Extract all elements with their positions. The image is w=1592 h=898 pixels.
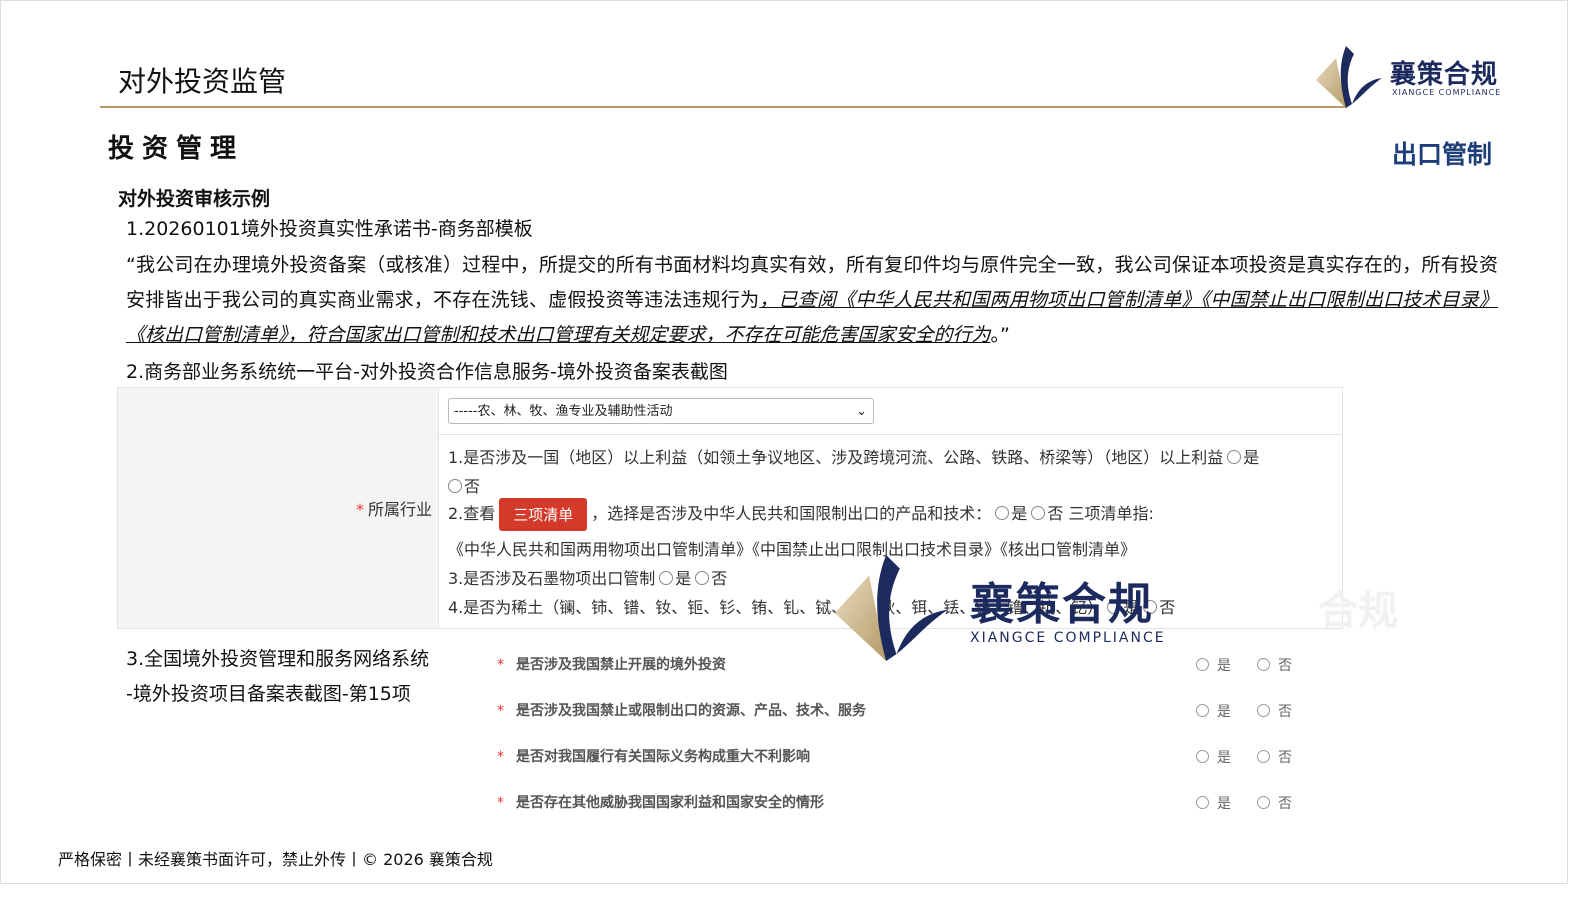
q2-prefix: 2.查看 [448, 504, 496, 523]
industry-select[interactable]: -----农、林、牧、渔专业及辅助性活动 ⌄ [448, 398, 874, 424]
q3-text: 3.是否涉及石墨物项出口管制 [448, 569, 656, 588]
yes-label: 是 [1217, 704, 1231, 720]
item3-question-text: 是否对我国履行有关国际义务构成重大不利影响 [516, 749, 810, 765]
logo-en-text: XIANGCE COMPLIANCE [1392, 88, 1502, 97]
item3-question: * 是否对我国履行有关国际义务构成重大不利影响 [497, 746, 810, 766]
example-title: 对外投资审核示例 [118, 188, 271, 210]
q1-text: 1.是否涉及一国（地区）以上利益（如领土争议地区、涉及跨境河流、公路、铁路、桥梁… [448, 448, 1224, 467]
yes-label: 是 [1217, 796, 1231, 812]
form-row-divider [439, 434, 1342, 435]
brand-logo: 襄策合规 XIANGCE COMPLIANCE [1312, 44, 1512, 110]
required-star: * [497, 749, 504, 765]
required-star: * [497, 703, 504, 719]
logo-mark-icon [1316, 46, 1382, 108]
q1-no-label: 否 [464, 477, 481, 496]
no-radio[interactable] [1257, 704, 1270, 717]
sub-title: 投资管理 [108, 134, 245, 164]
industry-label-text: 所属行业 [368, 500, 433, 519]
yes-no-group: 是否 [1196, 655, 1292, 675]
q3-no-radio[interactable] [695, 571, 710, 585]
q2-yes-label: 是 [1011, 504, 1028, 523]
ghost-watermark: 合规 [1318, 588, 1398, 634]
q1-yes-radio[interactable] [1227, 450, 1242, 464]
no-label: 否 [1278, 796, 1292, 812]
yes-no-group: 是否 [1196, 747, 1292, 767]
q1-no-radio[interactable] [448, 479, 462, 493]
q3-yes-label: 是 [675, 569, 692, 588]
q3-yes-radio[interactable] [659, 571, 674, 585]
required-star: * [356, 500, 364, 519]
industry-select-value: -----农、林、牧、渔专业及辅助性活动 [454, 404, 673, 419]
q2-text: ，选择是否涉及中华人民共和国限制出口的产品和技术： [591, 504, 992, 523]
yes-label: 是 [1217, 750, 1231, 766]
question-1: 1.是否涉及一国（地区）以上利益（如领土争议地区、涉及跨境河流、公路、铁路、桥梁… [448, 444, 1259, 468]
watermark-cn: 襄策合规 [970, 579, 1154, 630]
three-lists-button[interactable]: 三项清单 [499, 498, 588, 531]
question-3: 3.是否涉及石墨物项出口管制是否 [448, 565, 727, 589]
item3-title-line2: -境外投资项目备案表截图-第15项 [126, 683, 411, 705]
no-radio[interactable] [1257, 750, 1270, 763]
item3-title: 3.全国境外投资管理和服务网络系统 -境外投资项目备案表截图-第15项 [126, 642, 429, 712]
header-divider [100, 106, 1346, 108]
item2-title: 2.商务部业务系统统一平台-对外投资合作信息服务-境外投资备案表截图 [126, 361, 728, 383]
q2-yes-radio[interactable] [995, 506, 1010, 520]
item3-question: * 是否涉及我国禁止开展的境外投资 [497, 654, 726, 674]
q1-yes-label: 是 [1243, 448, 1260, 467]
commitment-quote: “我公司在办理境外投资备案（或核准）过程中，所提交的所有书面材料均真实有效，所有… [126, 248, 1498, 353]
no-label: 否 [1278, 704, 1292, 720]
q2-no-radio[interactable] [1031, 506, 1046, 520]
item3-title-line1: 3.全国境外投资管理和服务网络系统 [126, 648, 430, 670]
watermark-en: XIANGCE COMPLIANCE [970, 630, 1166, 646]
question-2: 2.查看 三项清单 ，选择是否涉及中华人民共和国限制出口的产品和技术： 是否 三项清单… [448, 498, 1154, 531]
logo-cn-text: 襄策合规 [1390, 60, 1499, 90]
required-star: * [497, 795, 504, 811]
yes-no-group: 是否 [1196, 793, 1292, 813]
yes-radio[interactable] [1196, 750, 1209, 763]
item3-question-text: 是否涉及我国禁止开展的境外投资 [516, 657, 726, 673]
q2-suffix: 三项清单指: [1068, 504, 1154, 523]
no-radio[interactable] [1257, 658, 1270, 671]
industry-label: * 所属行业 [356, 496, 432, 520]
q3-no-label: 否 [711, 569, 728, 588]
item3-question: * 是否存在其他威胁我国国家利益和国家安全的情形 [497, 792, 824, 812]
yes-label: 是 [1217, 658, 1231, 674]
yes-radio[interactable] [1196, 796, 1209, 809]
topic-tag: 出口管制 [1392, 140, 1493, 169]
question-1-no: 否 [448, 473, 480, 497]
item3-question: * 是否涉及我国禁止或限制出口的资源、产品、技术、服务 [497, 700, 866, 720]
watermark-mark-icon [834, 554, 948, 662]
no-radio[interactable] [1257, 796, 1270, 809]
no-label: 否 [1278, 750, 1292, 766]
required-star: * [497, 657, 504, 673]
yes-radio[interactable] [1196, 658, 1209, 671]
quote-end: 。” [990, 324, 1010, 346]
q2-no-label: 否 [1047, 504, 1064, 523]
yes-no-group: 是否 [1196, 701, 1292, 721]
item3-question-text: 是否存在其他威胁我国国家利益和国家安全的情形 [516, 795, 824, 811]
no-label: 否 [1278, 658, 1292, 674]
section-title: 对外投资监管 [118, 65, 287, 98]
item3-question-text: 是否涉及我国禁止或限制出口的资源、产品、技术、服务 [516, 703, 866, 719]
watermark-logo: 襄策合规 XIANGCE COMPLIANCE [828, 548, 1188, 668]
item1-title: 1.20260101境外投资真实性承诺书-商务部模板 [126, 218, 533, 240]
yes-radio[interactable] [1196, 704, 1209, 717]
chevron-down-icon: ⌄ [856, 404, 867, 419]
footer-confidential: 严格保密丨未经襄策书面许可，禁止外传丨© 2026 襄策合规 [58, 850, 493, 869]
